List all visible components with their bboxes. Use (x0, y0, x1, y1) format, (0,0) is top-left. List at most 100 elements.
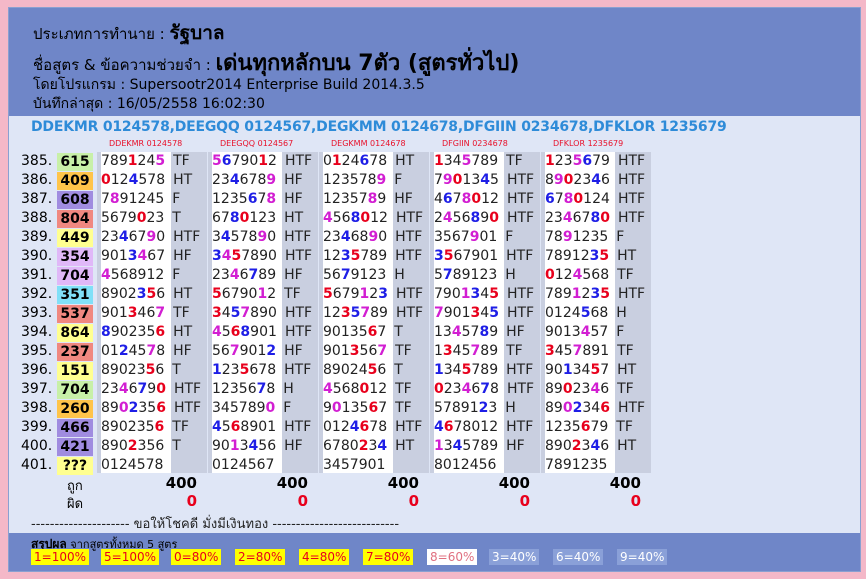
prediction-digits: 3457890 (212, 305, 277, 321)
position-hit: HF (394, 191, 413, 207)
prediction-digits: 1345789 (434, 324, 499, 340)
prediction-cell: 1235789 HTF (323, 248, 422, 264)
prediction-digits: 5679012 (212, 343, 277, 359)
formula-name-value: เด่นทุกหลักบน 7ตัว (สูตรทั่วไป) (215, 51, 520, 76)
prediction-cell: 4568901 HTF (212, 324, 312, 340)
prediction-cell: 0124567 (212, 457, 274, 473)
prediction-cell: 5679012 HTF (212, 153, 312, 169)
prediction-digits: 5679023 (101, 210, 165, 226)
draw-result: 351 (57, 286, 93, 304)
position-hit: HTF (506, 286, 535, 302)
position-hit: F (616, 229, 625, 245)
position-hit: HTF (506, 210, 535, 226)
prediction-digits: 3567901 (434, 248, 499, 264)
row-number: 398. (21, 400, 53, 416)
prediction-cell: 8902356 HTF (101, 400, 201, 416)
prediction-digits: 7891245 (101, 191, 165, 207)
prediction-cell: 1345789 HF (434, 438, 525, 454)
draw-result: 151 (57, 362, 93, 380)
prediction-digits: 1345789 (434, 343, 499, 359)
row-number: 393. (21, 305, 53, 321)
prediction-digits: 2346790 (101, 381, 166, 397)
prediction-digits: 3457890 (212, 229, 277, 245)
prediction-digits: 7891235 (545, 286, 610, 302)
position-hit: F (505, 229, 514, 245)
prediction-digits: 8012456 (434, 457, 497, 473)
position-hit: HT (617, 362, 637, 378)
position-hit: HTF (173, 400, 202, 416)
prediction-cell: 7901345 HTF (434, 305, 534, 321)
position-hit: TF (506, 343, 523, 359)
summary-badge: 5=100% (101, 549, 159, 565)
prediction-digits: 4568012 (323, 210, 388, 226)
position-hit: HTF (617, 191, 646, 207)
prediction-cell: 7891235 HT (545, 248, 636, 264)
prediction-cell: 7891235 (545, 457, 607, 473)
prediction-digits: 7891235 (545, 229, 609, 245)
position-hit: TF (284, 286, 301, 302)
prediction-cell: 6780124 HTF (545, 191, 645, 207)
prediction-digits: 3457901 (323, 457, 386, 473)
prediction-cell: 4568912 F (101, 267, 180, 283)
position-hit: HTF (284, 362, 312, 378)
draw-result: 537 (57, 305, 93, 323)
position-hit: TF (395, 381, 412, 397)
prediction-cell: 8012456 (434, 457, 496, 473)
row-number: 397. (21, 381, 53, 397)
position-hit: H (394, 267, 405, 283)
prediction-digits: 8902356 (101, 362, 165, 378)
prediction-digits: 6780234 (323, 438, 388, 454)
position-hit: HTF (395, 419, 423, 435)
prediction-cell: 0124678 HT (323, 153, 414, 169)
prediction-digits: 8902356 (101, 438, 165, 454)
row-number: 386. (21, 172, 53, 188)
prediction-cell: 9013456 HF (212, 438, 303, 454)
position-hit: TF (617, 381, 634, 397)
position-hit: HTF (617, 153, 646, 169)
prediction-cell: 5679123 H (323, 267, 405, 283)
prediction-digits: 8902346 (545, 438, 610, 454)
position-hit: F (283, 400, 292, 416)
prediction-digits: 8902346 (545, 400, 610, 416)
position-hit: HT (284, 210, 304, 226)
hit-count: 400 (276, 474, 308, 492)
prediction-cell: 3567901 HTF (434, 248, 533, 264)
miss-count: 0 (186, 492, 197, 510)
prediction-cell: 3457890 HTF (212, 305, 312, 321)
prediction-cell: 1345789 HF (434, 324, 525, 340)
prediction-cell: 1345789 TF (434, 343, 523, 359)
position-hit: HT (617, 438, 637, 454)
prediction-cell: 4678012 HTF (434, 191, 534, 207)
prediction-cell: 2346789 HF (212, 267, 303, 283)
report-panel: ประเภทการทำนาย : รัฐบาล ชื่อสูตร & ข้อคว… (8, 7, 861, 572)
prediction-digits: 5679123 (323, 267, 387, 283)
position-hit: TF (395, 400, 412, 416)
prediction-cell: 8902456 T (323, 362, 403, 378)
position-hit: HTF (395, 210, 424, 226)
prediction-digits: 9013457 (545, 324, 609, 340)
prediction-cell: 1235678 H (212, 381, 294, 397)
prediction-type-label: ประเภทการทำนาย : (33, 25, 165, 43)
prediction-cell: 3457890 F (212, 400, 291, 416)
position-hit: HTF (395, 229, 423, 245)
position-hit: HTF (506, 172, 535, 188)
position-hit: HF (506, 324, 525, 340)
prediction-cell: 9013567 TF (323, 400, 412, 416)
prediction-cell: 9013467 HF (101, 248, 192, 264)
prediction-digits: 9013567 (323, 324, 387, 340)
prediction-cell: 7891235 F (545, 229, 624, 245)
position-hit: HF (173, 248, 192, 264)
draw-result: 615 (57, 153, 93, 171)
row-number: 391. (21, 267, 53, 283)
prediction-cell: 5679023 T (101, 210, 181, 226)
prediction-digits: 1235679 (545, 153, 610, 169)
prediction-digits: 1235789 (323, 305, 388, 321)
prediction-digits: 1345789 (434, 362, 499, 378)
prediction-digits: 0124578 (101, 343, 166, 359)
position-hit: F (172, 267, 181, 283)
prediction-cell: 3457890 HTF (212, 229, 311, 245)
prediction-cell: 8902346 HTF (545, 172, 645, 188)
prediction-cell: 1235789 F (323, 172, 402, 188)
prediction-digits: 9013567 (323, 343, 388, 359)
position-hit: T (172, 210, 181, 226)
